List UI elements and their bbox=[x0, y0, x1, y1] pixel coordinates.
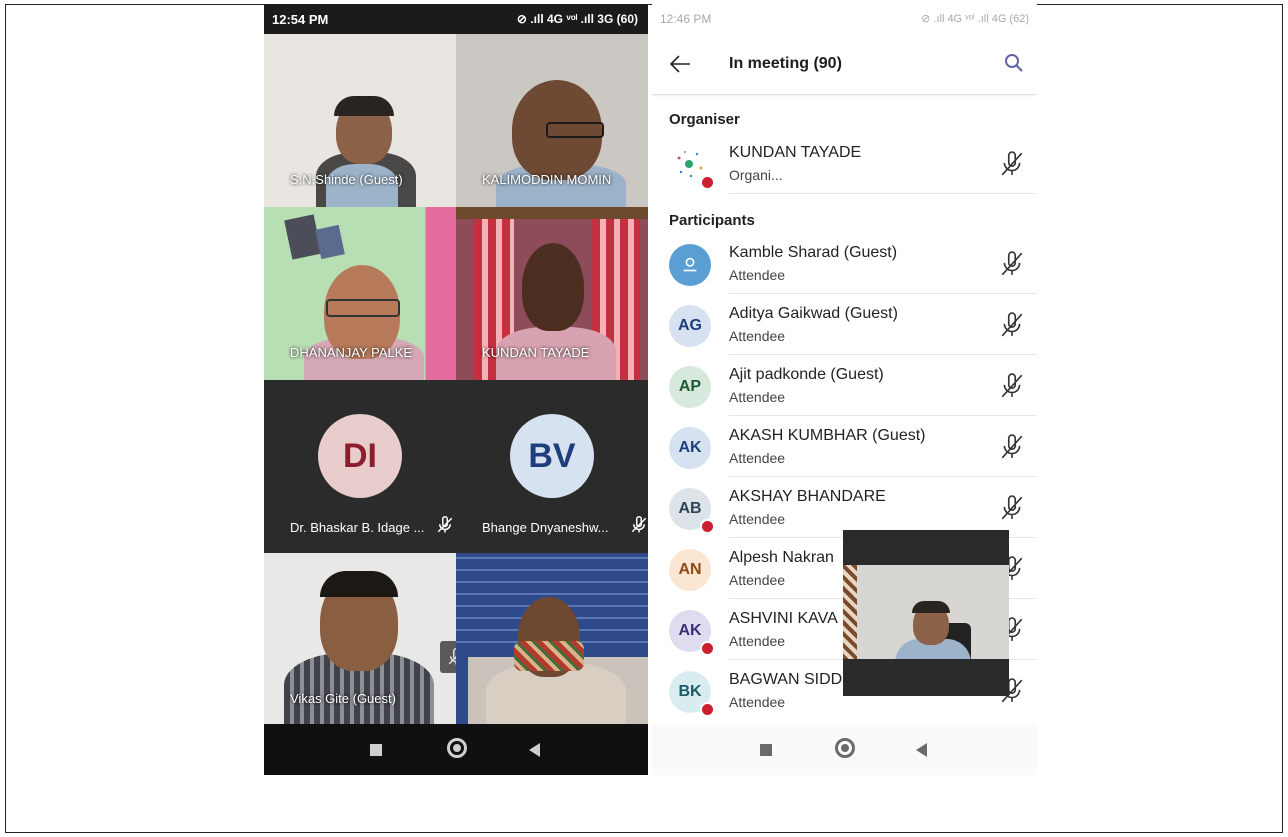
mic-off-icon bbox=[999, 151, 1025, 177]
participant-avatar: AK bbox=[669, 427, 711, 469]
participant-name: Ajit padkonde (Guest) bbox=[729, 366, 884, 383]
search-icon[interactable] bbox=[1003, 52, 1025, 74]
participant-role: Attendee bbox=[729, 633, 786, 649]
organiser-row[interactable]: KUNDAN TAYADE Organi... bbox=[652, 134, 1037, 194]
video-tile[interactable]: BV Bhange Dnyaneshw... bbox=[456, 380, 648, 553]
participant-name: Dr. Bhaskar B. Idage ... bbox=[290, 520, 425, 535]
participant-name: Kamble Sharad (Guest) bbox=[729, 244, 898, 261]
mic-off-icon bbox=[999, 434, 1025, 460]
participant-role: Attendee bbox=[729, 572, 786, 588]
participant-name: S.N.Shinde (Guest) bbox=[290, 172, 403, 187]
participant-role: Organi... bbox=[729, 167, 783, 183]
page-title: In meeting (90) bbox=[729, 55, 842, 72]
presence-busy-dot bbox=[700, 519, 715, 534]
participant-row[interactable]: AP Ajit padkonde (Guest) Attendee bbox=[652, 356, 1037, 416]
status-time: 12:54 PM bbox=[272, 12, 329, 27]
video-tile[interactable]: DI Dr. Bhaskar B. Idage ... bbox=[264, 380, 456, 553]
recents-button[interactable] bbox=[760, 744, 772, 756]
android-nav-bar bbox=[264, 724, 648, 775]
participant-row[interactable]: AB AKSHAY BHANDARE Attendee bbox=[652, 478, 1037, 538]
participant-row[interactable]: Kamble Sharad (Guest) Attendee bbox=[652, 234, 1037, 294]
status-time: 12:46 PM bbox=[660, 12, 712, 26]
back-nav-button[interactable] bbox=[916, 743, 927, 757]
participant-role: Attendee bbox=[729, 328, 786, 344]
meeting-header: In meeting (90) bbox=[652, 34, 1037, 95]
video-tile[interactable] bbox=[456, 553, 648, 726]
status-bar: 12:54 PM ⊘ .ıll 4G ᵛᵒˡ .ıll 3G (60) bbox=[264, 4, 648, 34]
participant-avatar: AP bbox=[669, 366, 711, 408]
participant-name: Alpesh Nakran bbox=[729, 549, 834, 566]
participant-name: KUNDAN TAYADE bbox=[729, 144, 862, 161]
mic-off-icon bbox=[999, 495, 1025, 521]
participant-avatar: AG bbox=[669, 305, 711, 347]
back-arrow-icon[interactable] bbox=[666, 50, 694, 78]
home-button[interactable] bbox=[835, 738, 855, 758]
video-tile[interactable]: KALIMODDIN MOMIN bbox=[456, 34, 648, 207]
participant-name: ASHVINI KAVA bbox=[729, 610, 838, 627]
participants-heading: Participants bbox=[669, 212, 755, 229]
self-view-feed bbox=[843, 565, 1009, 659]
mic-off-icon bbox=[630, 516, 648, 534]
presence-busy-dot bbox=[700, 641, 715, 656]
participant-name: Vikas Gite (Guest) bbox=[290, 691, 396, 706]
participant-role: Attendee bbox=[729, 267, 786, 283]
participant-name: Aditya Gaikwad (Guest) bbox=[729, 305, 898, 322]
left-phone-video-grid: 12:54 PM ⊘ .ıll 4G ᵛᵒˡ .ıll 3G (60) S.N.… bbox=[264, 4, 648, 775]
participant-name: AKSHAY BHANDARE bbox=[729, 488, 886, 505]
android-nav-bar bbox=[652, 725, 1037, 775]
mic-off-icon bbox=[999, 251, 1025, 277]
participant-role: Attendee bbox=[729, 694, 786, 710]
recents-button[interactable] bbox=[370, 744, 382, 756]
mic-off-icon bbox=[436, 516, 454, 534]
participant-name: KUNDAN TAYADE bbox=[482, 345, 590, 360]
video-tile[interactable]: Vikas Gite (Guest) bbox=[264, 553, 456, 726]
mic-off-icon bbox=[999, 373, 1025, 399]
participant-row[interactable]: AG Aditya Gaikwad (Guest) Attendee bbox=[652, 295, 1037, 355]
participant-role: Attendee bbox=[729, 450, 786, 466]
participant-name: DHANANJAY PALKE bbox=[290, 345, 413, 360]
status-icons: ⊘ .ıll 4G ᵛᵒˡ .ıll 3G (60) bbox=[516, 12, 638, 26]
participant-row[interactable]: AK AKASH KUMBHAR (Guest) Attendee bbox=[652, 417, 1037, 477]
participant-name: BAGWAN SIDD bbox=[729, 671, 843, 688]
participant-name: Bhange Dnyaneshw... bbox=[482, 520, 609, 535]
presence-busy-dot bbox=[700, 702, 715, 717]
video-tile[interactable]: S.N.Shinde (Guest) bbox=[264, 34, 456, 207]
participant-avatar: BV bbox=[510, 414, 594, 498]
organiser-heading: Organiser bbox=[669, 111, 740, 128]
participant-name: AKASH KUMBHAR (Guest) bbox=[729, 427, 926, 444]
participant-avatar: DI bbox=[318, 414, 402, 498]
mic-off-icon bbox=[999, 312, 1025, 338]
participant-role: Attendee bbox=[729, 389, 786, 405]
status-bar: 12:46 PM ⊘ .ıll 4G ᵛᵒˡ .ıll 4G (62) bbox=[652, 4, 1037, 34]
participant-role: Attendee bbox=[729, 511, 786, 527]
participant-name: KALIMODDIN MOMIN bbox=[482, 172, 612, 187]
self-view-video[interactable] bbox=[843, 530, 1009, 696]
participant-avatar: AN bbox=[669, 549, 711, 591]
presence-busy-dot bbox=[700, 175, 715, 190]
home-button[interactable] bbox=[447, 738, 467, 758]
status-icons: ⊘ .ıll 4G ᵛᵒˡ .ıll 4G (62) bbox=[921, 13, 1029, 25]
video-tile[interactable]: KUNDAN TAYADE bbox=[456, 207, 648, 380]
mic-off-icon bbox=[447, 648, 456, 666]
back-nav-button[interactable] bbox=[529, 743, 540, 757]
video-tile[interactable]: DHANANJAY PALKE bbox=[264, 207, 456, 380]
guest-avatar-icon bbox=[669, 244, 711, 286]
